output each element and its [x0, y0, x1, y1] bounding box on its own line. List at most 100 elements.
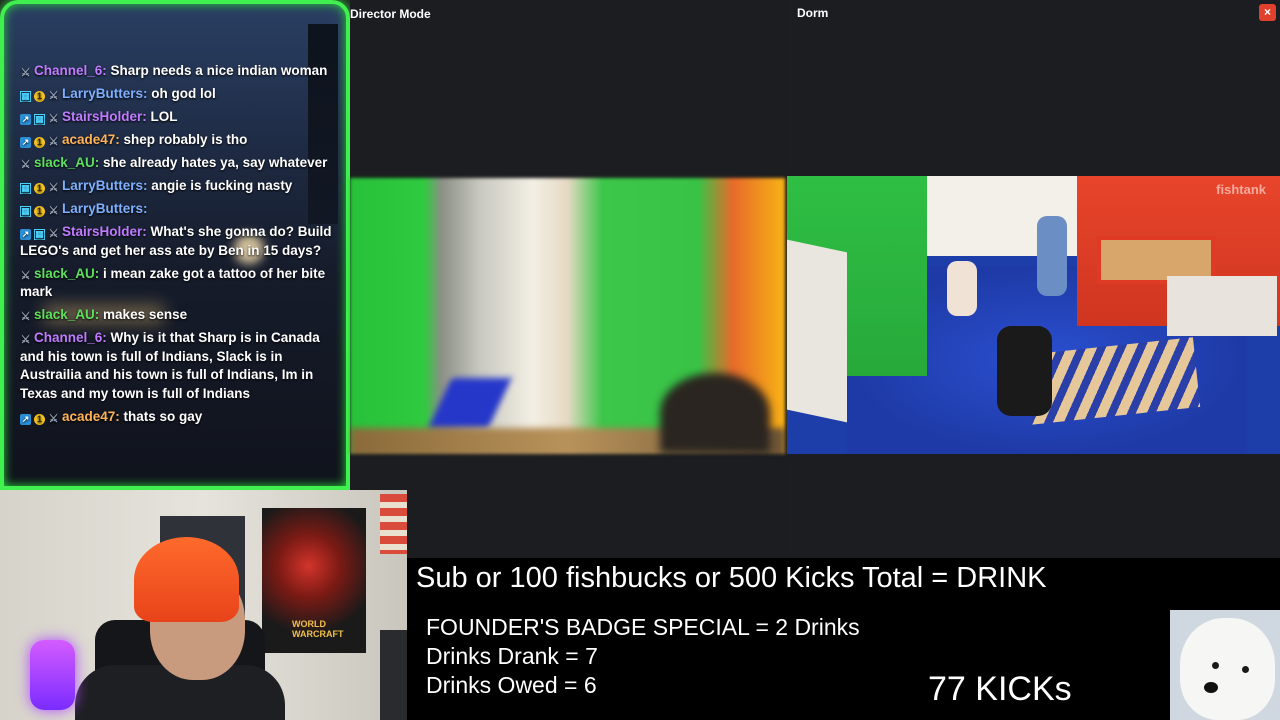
director-video[interactable]: [350, 178, 785, 454]
kicks-counter: 77 KICKs: [928, 670, 1072, 708]
kick-badge-icon: ⚔: [48, 113, 59, 125]
chat-separator: :: [142, 224, 151, 239]
chat-message: ↗ 1 ⚔ acade47: thats so gay: [20, 408, 338, 427]
chat-username[interactable]: slack_AU: [34, 307, 95, 322]
chat-username[interactable]: slack_AU: [34, 266, 95, 281]
drinks-drank-text: Drinks Drank = 7: [426, 643, 598, 669]
grid-badge-icon: ▦: [34, 229, 45, 240]
chat-username[interactable]: LarryButters: [62, 178, 143, 193]
kick-badge-icon: ⚔: [48, 205, 59, 217]
chat-message: ▦ 1 ⚔ LarryButters: angie is fucking nasty: [20, 177, 338, 196]
dorm-video[interactable]: fishtank: [787, 176, 1280, 454]
chat-message: ⚔ slack_AU: makes sense: [20, 306, 338, 325]
kick-badge-icon: ⚔: [20, 269, 31, 282]
chat-panel: ⚔ Channel_6: Sharp needs a nice indian wo…: [0, 0, 350, 490]
poster-warcraft-text: WORLD WARCRAFT: [292, 619, 344, 639]
blurred-object: [428, 378, 512, 428]
arrow-badge-icon: ↗: [20, 229, 31, 240]
room-bed-white: [1167, 276, 1277, 336]
dog-eye: [1212, 662, 1219, 669]
dog-eye: [1242, 666, 1249, 673]
chat-text: makes sense: [103, 307, 188, 322]
coin-badge-icon: 1: [34, 413, 45, 425]
coin-badge-icon: 1: [34, 206, 45, 217]
person-standing: [1037, 216, 1067, 296]
dog-face: [1180, 618, 1275, 720]
person-crouching: [997, 326, 1052, 416]
kick-badge-icon: ⚔: [48, 412, 59, 425]
kick-badge-icon: ⚔: [48, 136, 59, 148]
kick-badge-icon: ⚔: [20, 334, 31, 346]
grid-badge-icon: ▦: [20, 91, 31, 102]
orange-beanie: [134, 537, 239, 622]
kick-badge-icon: ⚔: [48, 90, 59, 102]
founder-badge-text: FOUNDER'S BADGE SPECIAL = 2 Drinks: [426, 614, 860, 640]
chat-message: ↗ ▦ ⚔ StairsHolder: What's she gonna do? Bu…: [20, 223, 338, 260]
chat-text: angie is fucking nasty: [151, 178, 293, 193]
kick-badge-icon: ⚔: [20, 311, 31, 323]
fishtank-watermark: fishtank: [1216, 182, 1266, 197]
chat-username[interactable]: Channel_6: [34, 330, 102, 345]
chat-username[interactable]: LarryButters: [62, 201, 143, 216]
drinks-owed-text: Drinks Owed = 6: [426, 672, 597, 698]
chat-message: ⚔ slack_AU: she already hates ya, say wha…: [20, 154, 338, 173]
chat-username[interactable]: acade47: [62, 409, 115, 424]
coin-badge-icon: 1: [34, 183, 45, 194]
chat-separator: :: [115, 408, 124, 424]
kick-badge-icon: ⚔: [20, 159, 31, 171]
coin-badge-icon: 1: [34, 137, 45, 148]
chat-username[interactable]: Channel_6: [34, 63, 102, 78]
director-pane-title: Director Mode: [350, 7, 431, 21]
chat-message: ⚔ slack_AU: i mean zake got a tattoo of h…: [20, 265, 338, 302]
grid-badge-icon: ▦: [20, 206, 31, 217]
chat-username[interactable]: LarryButters: [62, 86, 143, 101]
chat-text: oh god lol: [151, 86, 216, 101]
chat-message-list[interactable]: ⚔ Channel_6: Sharp needs a nice indian wo…: [20, 62, 338, 431]
microphone-icon: [30, 640, 75, 710]
dog-image: [1170, 610, 1280, 720]
arrow-badge-icon: ↗: [20, 114, 31, 125]
poster-warcraft: WORLD WARCRAFT: [262, 508, 366, 653]
chat-separator: :: [102, 63, 111, 78]
chat-separator: :: [115, 132, 124, 147]
chat-text: thats so gay: [123, 408, 203, 424]
chat-separator: :: [94, 307, 104, 322]
chat-separator: :: [94, 155, 104, 170]
webcam-shelf: [380, 630, 407, 720]
dog-nose: [1204, 682, 1218, 693]
person-sitting: [947, 261, 977, 316]
chat-message: ▦ 1 ⚔ LarryButters: oh god lol: [20, 85, 338, 104]
chat-separator: :: [142, 109, 151, 124]
dorm-pane-title: Dorm: [797, 6, 829, 20]
close-button[interactable]: ×: [1259, 4, 1276, 21]
chat-username[interactable]: StairsHolder: [62, 224, 142, 239]
chat-username[interactable]: acade47: [62, 132, 115, 147]
drink-rule-text: Sub or 100 fishbucks or 500 Kicks Total …: [416, 562, 1047, 594]
chat-message: ↗ 1 ⚔ acade47: shep robably is tho: [20, 131, 338, 150]
coin-badge-icon: 1: [34, 91, 45, 102]
grid-badge-icon: ▦: [20, 183, 31, 194]
chat-text: shep robably is tho: [123, 132, 248, 147]
chat-separator: :: [143, 201, 148, 216]
arrow-badge-icon: ↗: [20, 137, 31, 148]
chat-username[interactable]: slack_AU: [34, 155, 95, 170]
chat-text: LOL: [150, 109, 178, 124]
chat-message: ↗ ▦ ⚔ StairsHolder: LOL: [20, 108, 338, 127]
kick-badge-icon: ⚔: [48, 182, 59, 194]
room-door: [787, 239, 847, 423]
chat-text: Sharp needs a nice indian woman: [110, 63, 328, 78]
streamer-webcam: WORLD WARCRAFT: [0, 490, 407, 720]
chat-message: ⚔ Channel_6: Sharp needs a nice indian wo…: [20, 62, 338, 81]
chat-message: ▦ 1 ⚔ LarryButters:: [20, 200, 338, 219]
chat-separator: :: [94, 265, 104, 281]
arrow-badge-icon: ↗: [20, 413, 31, 425]
poster-comic: [380, 494, 407, 554]
blurred-person: [660, 373, 770, 453]
chat-message: ⚔ Channel_6: Why is it that Sharp is in C…: [20, 329, 338, 403]
kick-badge-icon: ⚔: [48, 228, 59, 240]
chat-text: she already hates ya, say whatever: [103, 155, 328, 170]
chat-username[interactable]: StairsHolder: [62, 109, 142, 124]
kick-badge-icon: ⚔: [20, 67, 31, 79]
grid-badge-icon: ▦: [34, 114, 45, 125]
chat-separator: :: [102, 330, 111, 345]
